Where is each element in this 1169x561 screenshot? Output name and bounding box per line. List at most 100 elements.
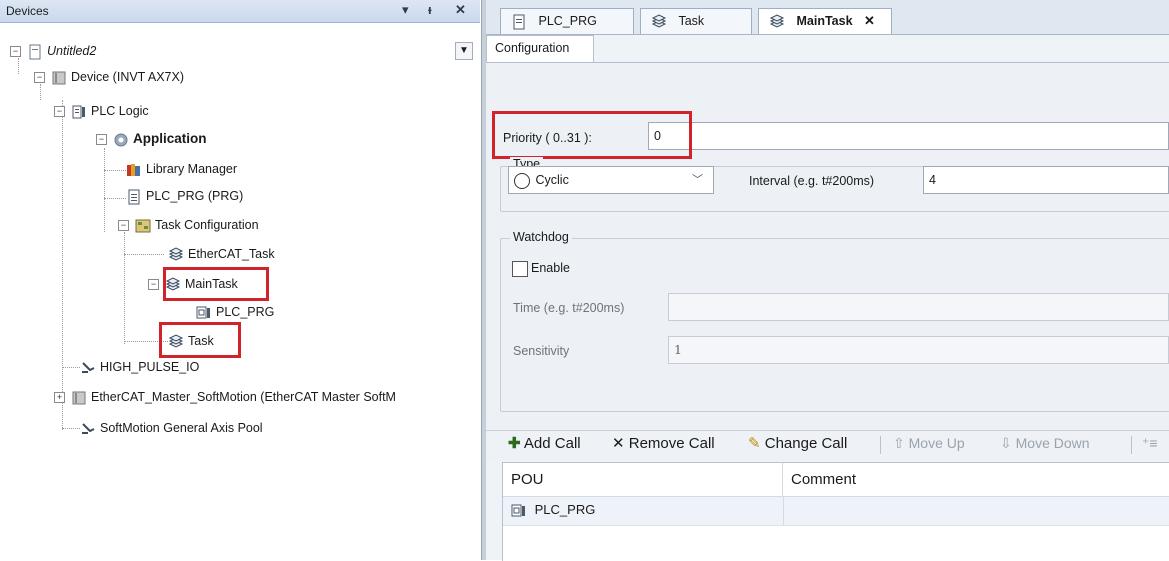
tree-connector	[62, 367, 80, 368]
tab-configuration[interactable]: Configuration	[486, 35, 594, 63]
close-pane-icon[interactable]: ✕	[455, 2, 466, 18]
expand-icon[interactable]: +	[54, 392, 65, 404]
table-cell-pou: PLC_PRG	[511, 502, 595, 519]
edit-icon: ✎	[748, 435, 761, 452]
priority-input[interactable]: 0	[648, 122, 1169, 150]
move-down-label: Move Down	[1015, 435, 1090, 451]
plc-logic-icon	[72, 105, 85, 119]
task-icon	[651, 14, 667, 28]
toolbar-separator	[880, 436, 881, 454]
tree-item-ethercat-master[interactable]: + EtherCAT_Master_SoftMotion (EtherCAT Ma…	[54, 386, 396, 408]
tree-item-label: EtherCAT_Task	[188, 247, 275, 261]
enable-label: Enable	[531, 261, 570, 275]
collapse-icon[interactable]: −	[54, 106, 65, 118]
devices-pane-header: Devices ▾ ᵼ ✕	[0, 0, 480, 23]
clock-icon	[514, 172, 530, 189]
axis-icon	[82, 361, 95, 373]
library-icon	[127, 163, 140, 176]
add-call-button[interactable]: ✚ Add Call	[508, 434, 581, 452]
watchdog-group-title: Watchdog	[510, 230, 572, 244]
time-input[interactable]	[668, 293, 1169, 321]
column-divider	[783, 497, 784, 525]
devices-pane-title: Devices	[6, 4, 49, 18]
type-select[interactable]: Cyclic ﹀	[508, 166, 714, 194]
pou-call-icon	[196, 306, 210, 319]
tree-item-project[interactable]: − Untitled2	[10, 40, 96, 62]
chevron-down-icon: ﹀	[692, 174, 703, 186]
tab-plc-prg[interactable]: PLC_PRG	[500, 8, 634, 34]
tree-item-label: Task Configuration	[155, 218, 259, 232]
pou-call-icon	[511, 504, 525, 517]
tree-item-softmotion-pool[interactable]: SoftMotion General Axis Pool	[80, 417, 263, 439]
close-tab-icon[interactable]: ✕	[864, 13, 875, 28]
collapse-icon[interactable]: −	[118, 220, 129, 232]
tab-label: Task	[678, 14, 705, 28]
tree-item-label: PLC Logic	[91, 104, 149, 118]
axis-icon	[82, 422, 95, 434]
tree-item-ethercat-task[interactable]: EtherCAT_Task	[168, 243, 275, 265]
task-highlight-box	[159, 322, 241, 358]
interval-input[interactable]: 4	[923, 166, 1169, 194]
tree-item-label: PLC_PRG	[216, 305, 275, 319]
tree-item-library-manager[interactable]: Library Manager	[126, 158, 237, 180]
sensitivity-input[interactable]: 1	[668, 336, 1169, 364]
tab-main-task[interactable]: MainTask ✕	[758, 8, 892, 34]
remove-call-button[interactable]: ✕ Remove Call	[612, 434, 715, 452]
time-label: Time (e.g. t#200ms)	[513, 301, 625, 315]
tree-item-plc-prg[interactable]: PLC_PRG (PRG)	[126, 185, 243, 207]
project-icon	[29, 44, 41, 60]
more-tools-icon[interactable]: ⁺≡	[1142, 435, 1158, 452]
remove-icon: ✕	[612, 435, 625, 452]
move-up-button[interactable]: ⇧ Move Up	[893, 435, 965, 452]
tree-item-label: PLC_PRG (PRG)	[146, 189, 244, 203]
tab-task[interactable]: Task	[640, 8, 752, 34]
tree-item-task-configuration[interactable]: − Task Configuration	[118, 214, 259, 236]
type-value: Cyclic	[535, 173, 569, 187]
add-icon: ✚	[508, 435, 521, 452]
collapse-icon[interactable]: −	[34, 72, 45, 84]
tree-item-main-task-call[interactable]: PLC_PRG	[196, 301, 274, 323]
move-down-button[interactable]: ⇩ Move Down	[1000, 435, 1090, 452]
table-row[interactable]: PLC_PRG	[503, 497, 1169, 526]
tree-connector	[104, 148, 105, 232]
chevron-down-icon[interactable]: ▼	[455, 42, 473, 60]
collapse-icon[interactable]: −	[96, 134, 107, 146]
tree-connector	[104, 198, 126, 199]
tree-item-device[interactable]: − Device (INVT AX7X)	[34, 66, 184, 88]
tree-connector	[62, 428, 80, 429]
task-icon	[769, 14, 785, 28]
collapse-icon[interactable]: −	[148, 279, 159, 291]
tree-connector	[124, 232, 125, 344]
main-task-highlight-box	[163, 267, 269, 301]
enable-checkbox[interactable]	[512, 261, 528, 277]
pou-icon	[128, 189, 140, 205]
tree-item-label: Application	[133, 131, 207, 146]
device-icon	[52, 71, 66, 85]
pane-menu-dropdown-icon[interactable]: ▾	[402, 2, 409, 18]
tree-item-high-pulse-io[interactable]: HIGH_PULSE_IO	[80, 356, 199, 378]
pin-icon[interactable]: ᵼ	[428, 2, 432, 17]
pou-icon	[513, 14, 525, 30]
tree-item-plc-logic[interactable]: − PLC Logic	[54, 100, 149, 122]
call-table: POU Comment PLC_PRG	[502, 462, 1169, 561]
arrow-down-icon: ⇩	[1000, 435, 1012, 451]
tab-label: MainTask	[796, 14, 853, 28]
tree-item-label: Device (INVT AX7X)	[71, 70, 185, 84]
tree-item-label: EtherCAT_Master_SoftMotion (EtherCAT Mas…	[91, 390, 396, 404]
tree-connector	[62, 100, 63, 430]
column-header-pou[interactable]: POU	[503, 463, 783, 497]
change-call-button[interactable]: ✎ Change Call	[748, 434, 847, 452]
move-up-label: Move Up	[908, 435, 965, 451]
task-icon	[168, 247, 184, 261]
interval-label: Interval (e.g. t#200ms)	[749, 174, 875, 188]
collapse-icon[interactable]: −	[10, 46, 21, 58]
tree-item-application[interactable]: − Application	[96, 128, 207, 150]
add-call-label: Add Call	[523, 435, 581, 452]
tree-item-label: Library Manager	[146, 162, 238, 176]
tree-item-label: HIGH_PULSE_IO	[100, 360, 200, 374]
remove-call-label: Remove Call	[628, 435, 715, 452]
tree-connector	[104, 170, 126, 171]
tree-item-label: SoftMotion General Axis Pool	[100, 421, 263, 435]
task-configuration-icon	[135, 219, 151, 233]
column-header-comment[interactable]: Comment	[783, 463, 1169, 497]
